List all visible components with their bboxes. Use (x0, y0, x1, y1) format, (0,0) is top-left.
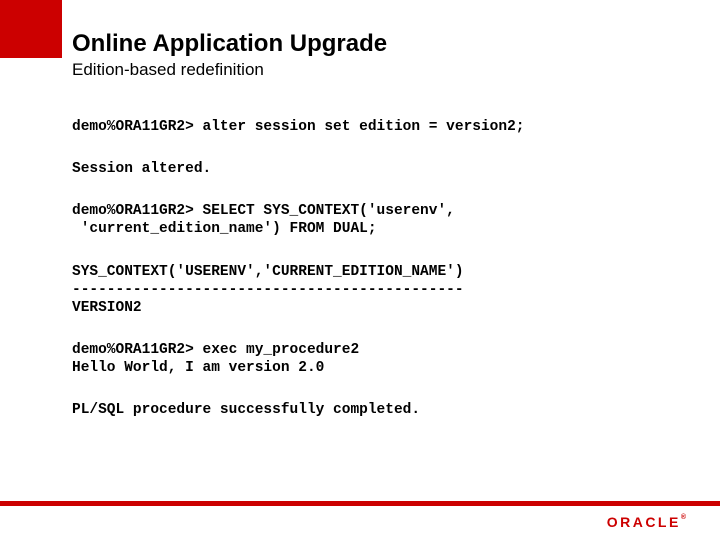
oracle-logo: ORACLE® (607, 514, 686, 532)
code-line: demo%ORA11GR2> exec my_procedure2 Hello … (72, 341, 670, 377)
code-line: SYS_CONTEXT('USERENV','CURRENT_EDITION_N… (72, 263, 670, 317)
code-line: demo%ORA11GR2> alter session set edition… (72, 118, 670, 136)
oracle-wordmark: ORACLE (607, 514, 681, 530)
code-line: Session altered. (72, 160, 670, 178)
page-title: Online Application Upgrade (72, 30, 690, 58)
slide: Online Application Upgrade Edition-based… (0, 0, 720, 540)
header: Online Application Upgrade Edition-based… (72, 30, 690, 80)
registered-mark: ® (681, 514, 686, 521)
corner-accent (0, 0, 62, 58)
code-body: demo%ORA11GR2> alter session set edition… (72, 118, 670, 443)
page-subtitle: Edition-based redefinition (72, 60, 690, 80)
code-line: demo%ORA11GR2> SELECT SYS_CONTEXT('usere… (72, 202, 670, 238)
oracle-logo-text: ORACLE® (607, 514, 686, 530)
footer-divider (0, 501, 720, 506)
code-line: PL/SQL procedure successfully completed. (72, 401, 670, 419)
